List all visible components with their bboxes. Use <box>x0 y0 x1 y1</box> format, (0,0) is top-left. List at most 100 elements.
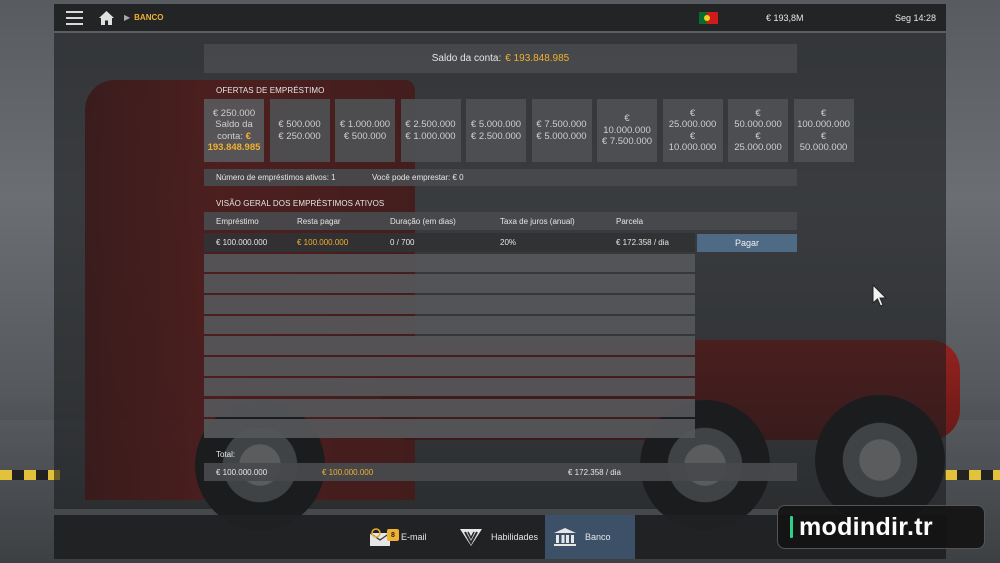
account-money: € 193,8M <box>766 12 804 23</box>
offer-amount: 50.000.000 <box>799 142 848 153</box>
table-row-empty <box>204 357 695 376</box>
table-row-empty <box>204 419 695 438</box>
total-remaining: € 100.000.000 <box>322 467 374 477</box>
hazard-stripe-right <box>945 470 1000 480</box>
offer-amount: € 250.000 <box>278 130 321 142</box>
watermark-text: modindir.tr <box>799 512 933 541</box>
loan-rate: 20% <box>500 237 517 247</box>
offer-amount: € 2.500.000 <box>470 130 522 142</box>
table-row-empty <box>204 315 695 335</box>
balance-label: Saldo da conta: <box>431 53 502 64</box>
tab-skills[interactable]: Habilidades <box>459 515 545 559</box>
offer-amount: 50.000.000 <box>734 119 782 130</box>
borrow-limit: Você pode emprestar: € 0 <box>372 173 464 182</box>
email-icon: 8 <box>369 527 399 547</box>
offer-amount: € 250.000 <box>212 107 256 119</box>
loan-offer-card[interactable]: € 1.000.000 € 500.000 <box>335 99 395 162</box>
offer-note-value: € <box>245 130 251 142</box>
offer-amount: 25.000.000 <box>668 119 717 130</box>
offer-amount: € 5.000.000 <box>470 119 522 130</box>
loan-offer-card[interactable]: €10.000.000 € 7.500.000 <box>597 99 657 162</box>
hazard-stripe-left <box>0 470 60 480</box>
pay-button[interactable]: Pagar <box>697 234 797 252</box>
offer-amount: € 500.000 <box>343 130 387 142</box>
loan-info-bar: Número de empréstimos ativos: 1 Você pod… <box>204 169 797 186</box>
offer-amount: € 1.000.000 <box>405 130 456 142</box>
skills-icon <box>459 527 483 547</box>
breadcrumb-arrow-icon: ▶ <box>124 13 131 22</box>
loans-table-header: Empréstimo Resta pagar Duração (em dias)… <box>204 212 797 230</box>
tab-skills-label: Habilidades <box>491 532 539 542</box>
loan-offer-card[interactable]: € 7.500.000 € 5.000.000 <box>531 99 592 162</box>
offer-amount: € <box>689 107 696 119</box>
watermark-accent-bar <box>790 516 793 538</box>
hamburger-menu-icon[interactable] <box>54 4 94 31</box>
offer-amount: 25.000.000 <box>734 142 782 153</box>
offer-note: conta: <box>217 130 243 142</box>
loan-offer-card[interactable]: € 250.000 Saldo da conta: € 193.848.985 <box>204 99 264 162</box>
home-icon[interactable] <box>94 4 118 31</box>
watermark-logo: modindir.tr <box>777 505 985 549</box>
offer-amount: € <box>820 107 827 119</box>
offer-amount: € 5.000.000 <box>536 130 587 142</box>
account-balance-bar: Saldo da conta: € 193.848.985 <box>204 44 797 73</box>
loan-offer-card[interactable]: €50.000.000 €25.000.000 <box>728 99 788 162</box>
portugal-flag-icon[interactable] <box>699 11 718 24</box>
loans-table: € 100.000.000 € 100.000.000 0 / 700 20% … <box>204 233 695 440</box>
loan-amount: € 100.000.000 <box>216 237 268 247</box>
active-loans-title: VISÃO GERAL DOS EMPRÉSTIMOS ATIVOS <box>216 199 385 208</box>
loan-remaining: € 100.000.000 <box>297 237 349 247</box>
loan-installment: € 172.358 / dia <box>616 237 669 247</box>
offer-amount: € <box>624 113 630 125</box>
column-header: Resta pagar <box>297 216 341 226</box>
offer-amount: 10.000.000 <box>668 142 717 153</box>
total-installment: € 172.358 / dia <box>568 467 621 477</box>
total-amount: € 100.000.000 <box>216 467 268 477</box>
mouse-cursor-icon <box>872 283 888 313</box>
loan-offers: € 250.000 Saldo da conta: € 193.848.985 … <box>204 99 856 162</box>
tab-email-label: E-mail <box>401 532 427 542</box>
offer-amount: € 7.500.000 <box>536 119 587 130</box>
total-label: Total: <box>216 450 236 459</box>
table-row-empty <box>204 253 695 273</box>
table-row-empty <box>204 398 695 417</box>
offer-amount: € 2.500.000 <box>405 119 456 130</box>
offer-amount: € 1.000.000 <box>339 119 391 130</box>
table-row-empty <box>204 336 695 355</box>
column-header: Taxa de juros (anual) <box>500 216 575 226</box>
offer-note-value: 193.848.985 <box>207 142 261 153</box>
totals-bar: € 100.000.000 € 100.000.000 € 172.358 / … <box>204 463 797 481</box>
offer-amount: € <box>755 130 761 142</box>
tab-email[interactable]: 8 E-mail <box>369 515 455 559</box>
offer-amount: € <box>820 130 827 142</box>
tab-bank[interactable]: Banco <box>545 515 635 559</box>
column-header: Duração (em dias) <box>390 216 456 226</box>
table-row[interactable]: € 100.000.000 € 100.000.000 0 / 700 20% … <box>204 233 695 252</box>
loan-offer-card[interactable]: € 500.000 € 250.000 <box>269 99 330 162</box>
active-loans-count: Número de empréstimos ativos: 1 <box>216 173 336 182</box>
loan-offer-card[interactable]: € 5.000.000 € 2.500.000 <box>466 99 526 162</box>
bank-icon <box>553 527 577 547</box>
loan-offer-card[interactable]: € 2.500.000 € 1.000.000 <box>400 99 461 162</box>
breadcrumb[interactable]: BANCO <box>134 13 163 22</box>
loan-offer-card[interactable]: €100.000.000 €50.000.000 <box>793 99 854 162</box>
offer-note: Saldo da <box>215 119 253 130</box>
loan-offer-card[interactable]: €25.000.000 €10.000.000 <box>662 99 723 162</box>
tab-bank-label: Banco <box>585 532 611 542</box>
offer-amount: 10.000.000 <box>603 124 651 136</box>
table-row-empty <box>204 274 695 293</box>
offer-amount: € 7.500.000 <box>601 136 653 148</box>
offer-amount: € <box>689 130 696 142</box>
offer-amount: € <box>755 107 761 119</box>
table-row-empty <box>204 295 695 314</box>
loan-duration: 0 / 700 <box>390 237 415 247</box>
loan-offers-title: OFERTAS DE EMPRÉSTIMO <box>216 86 325 95</box>
email-badge: 8 <box>387 529 399 541</box>
game-clock: Seg 14:28 <box>894 12 936 23</box>
top-bar: ▶ BANCO € 193,8M Seg 14:28 <box>54 4 946 31</box>
offer-amount: € 500.000 <box>278 119 321 130</box>
offer-amount: 100.000.000 <box>797 119 850 130</box>
column-header: Empréstimo <box>216 216 259 226</box>
column-header: Parcela <box>616 216 644 226</box>
balance-value: € 193.848.985 <box>505 53 570 64</box>
